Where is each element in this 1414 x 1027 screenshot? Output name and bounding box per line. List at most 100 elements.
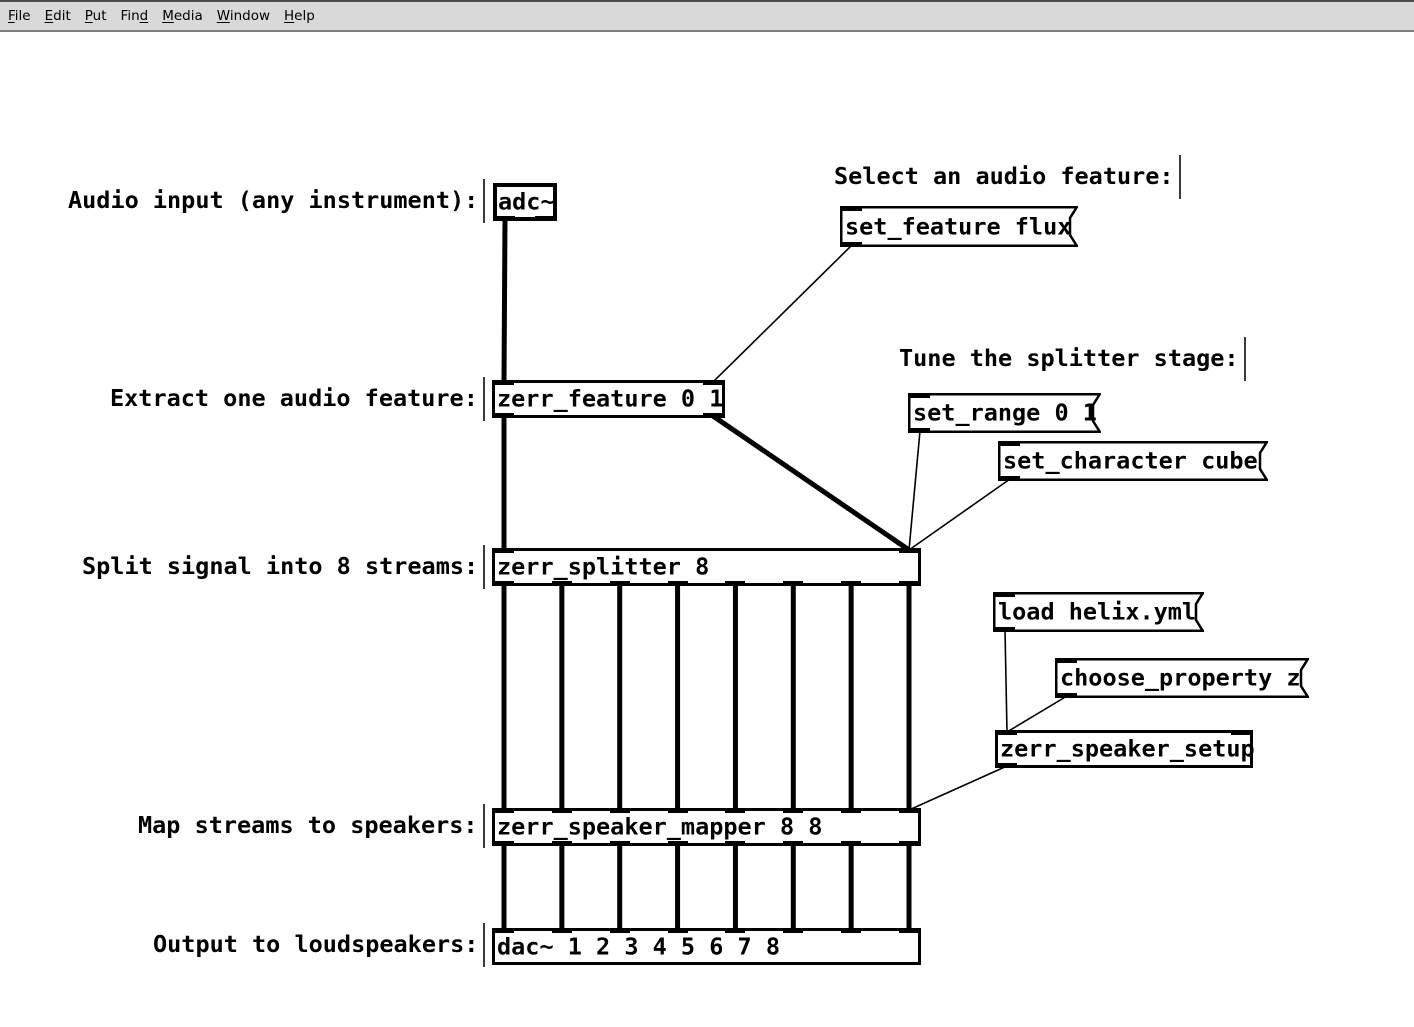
outlet-nub[interactable] xyxy=(842,242,862,247)
box-text: load helix.yml xyxy=(998,600,1196,624)
message-box-set-character[interactable]: set_character cube xyxy=(998,441,1268,481)
comment-edge-bar xyxy=(483,545,485,589)
menu-item-window[interactable]: Window xyxy=(210,8,277,24)
outlet-nub[interactable] xyxy=(1000,476,1020,481)
outlet-nub[interactable] xyxy=(725,581,745,586)
comment-text: Extract one audio feature: xyxy=(110,387,478,411)
comment-edge-bar xyxy=(483,377,485,421)
outlet-nub[interactable] xyxy=(668,581,688,586)
outlet-nub[interactable] xyxy=(703,413,723,418)
message-cord[interactable] xyxy=(1007,696,1067,732)
inlet-nub[interactable] xyxy=(552,808,572,813)
inlet-nub[interactable] xyxy=(494,380,514,385)
inlet-nub[interactable] xyxy=(1231,730,1251,735)
outlet-nub[interactable] xyxy=(494,841,514,846)
outlet-nub[interactable] xyxy=(995,627,1015,632)
outlet-nub[interactable] xyxy=(841,581,861,586)
inlet-nub[interactable] xyxy=(552,928,572,933)
outlet-nub[interactable] xyxy=(552,841,572,846)
menu-item-put[interactable]: Put xyxy=(78,8,114,24)
inlet-nub[interactable] xyxy=(1000,441,1020,446)
outlet-nub[interactable] xyxy=(899,581,919,586)
outlet-nub[interactable] xyxy=(783,581,803,586)
inlet-nub[interactable] xyxy=(841,808,861,813)
inlet-nub[interactable] xyxy=(899,808,919,813)
outlet-nub[interactable] xyxy=(494,413,514,418)
comment-select-feature: Select an audio feature: xyxy=(834,155,1181,199)
inlet-nub[interactable] xyxy=(899,548,919,553)
inlet-nub[interactable] xyxy=(842,206,862,211)
comment-text: Split signal into 8 streams: xyxy=(82,555,478,579)
menu-item-file[interactable]: File xyxy=(1,8,38,24)
outlet-nub[interactable] xyxy=(783,841,803,846)
object-box-dac[interactable]: dac~ 1 2 3 4 5 6 7 8 xyxy=(492,928,921,965)
message-cord[interactable] xyxy=(1005,630,1007,732)
inlet-nub[interactable] xyxy=(610,808,630,813)
message-cord[interactable] xyxy=(909,479,1010,550)
message-box-set-feature[interactable]: set_feature flux xyxy=(840,206,1078,247)
inlet-nub[interactable] xyxy=(703,380,723,385)
comment-text: Map streams to speakers: xyxy=(138,814,478,838)
menu-item-edit[interactable]: Edit xyxy=(38,8,78,24)
object-box-splitter[interactable]: zerr_splitter 8 xyxy=(492,548,921,586)
inlet-nub[interactable] xyxy=(997,730,1017,735)
object-box-mapper[interactable]: zerr_speaker_mapper 8 8 xyxy=(492,808,921,846)
menu-item-media[interactable]: Media xyxy=(155,8,210,24)
outlet-nub[interactable] xyxy=(841,841,861,846)
cords-layer xyxy=(0,0,1414,1027)
menu-item-find[interactable]: Find xyxy=(114,8,156,24)
outlet-nub[interactable] xyxy=(910,428,930,433)
inlet-nub[interactable] xyxy=(494,928,514,933)
comment-text: Tune the splitter stage: xyxy=(899,347,1239,371)
comment-edge-bar xyxy=(1179,155,1181,199)
comment-edge-bar xyxy=(483,804,485,848)
menu-item-help[interactable]: Help xyxy=(277,8,322,24)
box-text: dac~ 1 2 3 4 5 6 7 8 xyxy=(497,935,780,959)
message-box-choose-property[interactable]: choose_property z xyxy=(1055,658,1309,698)
inlet-nub[interactable] xyxy=(910,393,930,398)
box-text: set_range 0 1 xyxy=(913,401,1097,425)
inlet-nub[interactable] xyxy=(725,808,745,813)
inlet-nub[interactable] xyxy=(668,808,688,813)
inlet-nub[interactable] xyxy=(1057,658,1077,663)
inlet-nub[interactable] xyxy=(995,592,1015,597)
box-text: choose_property z xyxy=(1060,666,1301,690)
inlet-nub[interactable] xyxy=(668,928,688,933)
outlet-nub[interactable] xyxy=(610,581,630,586)
outlet-nub[interactable] xyxy=(725,841,745,846)
outlet-nub[interactable] xyxy=(494,581,514,586)
object-box-adc[interactable]: adc~ xyxy=(493,183,557,221)
outlet-nub[interactable] xyxy=(1057,693,1077,698)
message-cord[interactable] xyxy=(909,431,920,550)
inlet-nub[interactable] xyxy=(783,928,803,933)
comment-edge-bar xyxy=(483,179,485,223)
message-box-load-helix[interactable]: load helix.yml xyxy=(993,592,1204,632)
outlet-nub[interactable] xyxy=(997,763,1017,768)
outlet-nub[interactable] xyxy=(610,841,630,846)
outlet-nub[interactable] xyxy=(552,581,572,586)
outlet-nub[interactable] xyxy=(495,216,515,221)
box-text: zerr_speaker_mapper 8 8 xyxy=(497,815,822,839)
message-cord[interactable] xyxy=(909,766,1007,810)
inlet-nub[interactable] xyxy=(610,928,630,933)
inlet-nub[interactable] xyxy=(494,808,514,813)
outlet-nub[interactable] xyxy=(899,841,919,846)
patch-canvas[interactable]: Audio input (any instrument):Select an a… xyxy=(0,0,1414,1027)
signal-cord[interactable] xyxy=(713,416,909,550)
outlet-nub[interactable] xyxy=(535,216,555,221)
comment-tune-splitter: Tune the splitter stage: xyxy=(899,337,1246,381)
inlet-nub[interactable] xyxy=(899,928,919,933)
signal-cord[interactable] xyxy=(504,219,505,382)
message-cord[interactable] xyxy=(713,245,852,382)
outlet-nub[interactable] xyxy=(668,841,688,846)
inlet-nub[interactable] xyxy=(841,928,861,933)
object-box-speaker-setup[interactable]: zerr_speaker_setup xyxy=(995,730,1253,768)
box-text: adc~ xyxy=(498,190,555,214)
message-box-set-range[interactable]: set_range 0 1 xyxy=(908,393,1101,433)
inlet-nub[interactable] xyxy=(725,928,745,933)
inlet-nub[interactable] xyxy=(494,548,514,553)
comment-edge-bar xyxy=(483,923,485,967)
object-box-feature[interactable]: zerr_feature 0 1 xyxy=(492,380,725,418)
inlet-nub[interactable] xyxy=(783,808,803,813)
comment-map-streams: Map streams to speakers: xyxy=(138,804,485,848)
